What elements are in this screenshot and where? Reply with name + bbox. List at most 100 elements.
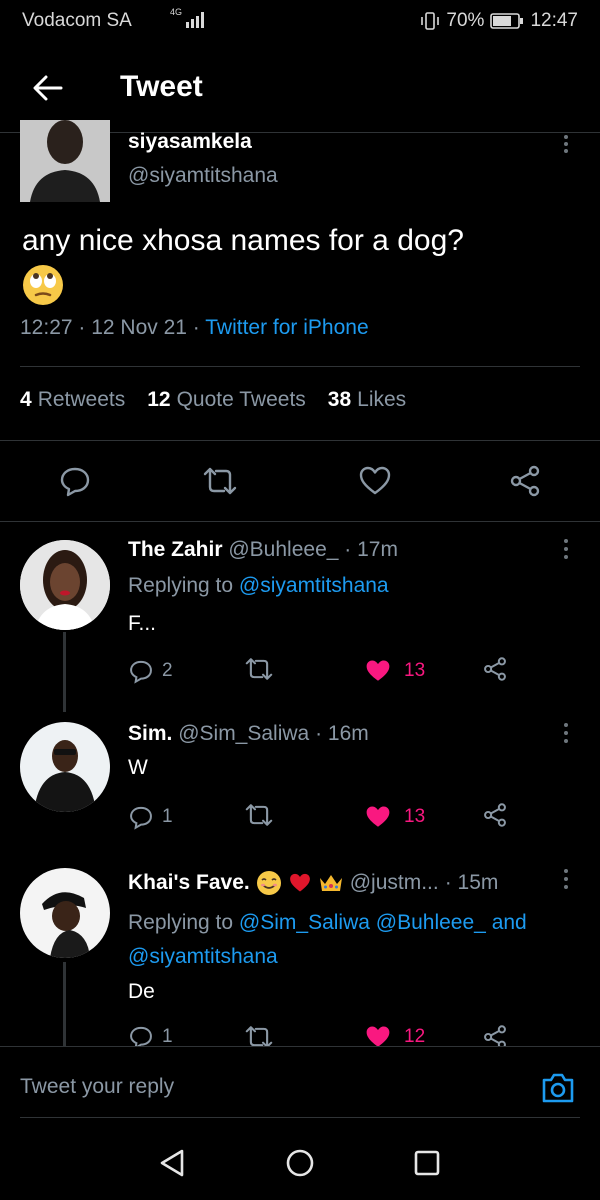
retweets-count: 4 [20, 388, 32, 411]
tweet-source-link[interactable]: Twitter for iPhone [205, 316, 368, 339]
share-button[interactable] [482, 802, 508, 833]
retweet-button[interactable] [244, 802, 274, 833]
reply-text: W [128, 756, 148, 779]
heart-filled-icon [366, 806, 390, 827]
reply-icon [130, 1026, 152, 1046]
replying-to: Replying to @siyamtitshana [128, 574, 389, 598]
heart-icon [359, 466, 391, 495]
more-options-icon[interactable] [556, 538, 576, 560]
person-avatar-icon [20, 120, 110, 202]
like-button[interactable]: 13 [364, 658, 425, 684]
replying-to-prefix: Replying to [128, 574, 239, 597]
likes-count: 38 [327, 388, 352, 411]
reply-button[interactable]: 1 [128, 1024, 173, 1046]
nav-recents-icon[interactable] [414, 1150, 440, 1176]
signal-icon [186, 12, 204, 28]
reply-button[interactable]: 2 [128, 658, 173, 684]
reply-button[interactable] [55, 461, 95, 501]
retweet-button[interactable] [200, 461, 240, 501]
reply-avatar[interactable] [20, 868, 110, 958]
smiling-face-emoji-icon [256, 871, 281, 895]
replying-to-link[interactable]: @siyamtitshana [128, 945, 278, 968]
divider [20, 366, 580, 367]
carrier-label: Vodacom SA [22, 10, 132, 31]
like-count: 13 [404, 660, 426, 681]
retweet-button[interactable] [244, 1024, 274, 1046]
like-count: 13 [404, 806, 426, 827]
divider [20, 1117, 580, 1118]
replying-to-prefix: Replying to [128, 911, 239, 934]
reply-author-handle[interactable]: @Sim_Saliwa [178, 722, 309, 745]
quotes-stat[interactable]: 12 Quote Tweets [147, 388, 306, 412]
camera-button[interactable] [540, 1071, 576, 1107]
retweet-icon [203, 467, 237, 495]
more-options-icon[interactable] [556, 868, 576, 890]
reply-author-name[interactable]: Sim. [128, 722, 172, 745]
reply-avatar[interactable] [20, 540, 110, 630]
retweet-button[interactable] [244, 656, 274, 687]
author-name[interactable]: siyasamkela [128, 130, 252, 154]
replying-to-link[interactable]: @Buhleee_ [376, 911, 486, 934]
retweets-stat[interactable]: 4 Retweets [20, 388, 125, 412]
main-tweet-actions [0, 440, 600, 522]
likes-stat[interactable]: 38 Likes [328, 388, 406, 412]
like-count: 12 [404, 1026, 426, 1046]
retweet-icon [245, 803, 273, 826]
like-button[interactable]: 12 [364, 1024, 425, 1046]
reply-count: 1 [162, 1026, 173, 1046]
share-icon [484, 1025, 506, 1046]
reply-text: De [128, 980, 155, 1003]
back-button[interactable] [26, 66, 70, 110]
share-icon [484, 802, 506, 827]
share-button[interactable] [482, 1024, 508, 1046]
reply-icon [60, 467, 90, 497]
reply-icon [130, 660, 152, 684]
reply-count: 1 [162, 806, 173, 827]
reply-author-handle[interactable]: @justm... [350, 871, 439, 895]
reply-button[interactable]: 1 [128, 804, 173, 830]
reply-icon [130, 806, 152, 830]
like-button[interactable] [355, 461, 395, 501]
nav-home-icon[interactable] [285, 1148, 315, 1178]
more-options-icon[interactable] [556, 134, 576, 154]
network-type-label: 4G [170, 7, 183, 17]
clock: 12:47 [530, 10, 578, 31]
retweet-icon [245, 1026, 273, 1046]
tweet-timestamp: 12:27 · 12 Nov 21 · [20, 316, 206, 339]
reply-time: · 16m [315, 722, 369, 745]
reply-author-name[interactable]: Khai's Fave. [128, 871, 250, 895]
reply-input[interactable]: Tweet your reply [20, 1075, 174, 1099]
reply-text: F... [128, 612, 157, 635]
page-title: Tweet [120, 70, 203, 103]
replying-to-link[interactable]: @siyamtitshana [239, 574, 389, 597]
person-avatar-icon [20, 540, 110, 630]
reply-count: 2 [162, 660, 173, 681]
like-button[interactable]: 13 [364, 804, 425, 830]
share-button[interactable] [482, 656, 508, 687]
battery-icon [490, 13, 524, 29]
replying-to-and[interactable]: and [492, 911, 527, 934]
author-handle[interactable]: @siyamtitshana [128, 164, 278, 188]
status-right: 70% 12:47 [420, 10, 578, 32]
reply-composer: Tweet your reply [0, 1046, 600, 1119]
reply-avatar[interactable] [20, 722, 110, 812]
tweet-stats: 4 Retweets 12 Quote Tweets 38 Likes [20, 388, 406, 412]
reply-header: Sim. @Sim_Saliwa · 16m [128, 722, 369, 746]
rolling-eyes-emoji-icon [23, 265, 63, 305]
nav-back-icon[interactable] [158, 1148, 186, 1178]
replying-to: Replying to @Sim_Saliwa @Buhleee_ and @s… [128, 906, 588, 974]
quotes-label: Quote Tweets [176, 388, 306, 411]
reply-header: Khai's Fave. @justm... · 15m [128, 870, 498, 896]
system-nav-bar [0, 1122, 600, 1200]
battery-percent: 70% [446, 10, 485, 31]
reply-author-name[interactable]: The Zahir [128, 538, 223, 561]
more-options-icon[interactable] [556, 722, 576, 744]
crown-emoji-icon [319, 875, 342, 891]
retweet-icon [245, 657, 273, 680]
share-button[interactable] [505, 461, 545, 501]
author-avatar[interactable] [20, 120, 110, 202]
status-bar: Vodacom SA 4G 70% 12:47 [0, 0, 600, 44]
person-avatar-icon [20, 868, 110, 958]
replying-to-link[interactable]: @Sim_Saliwa [239, 911, 370, 934]
reply-author-handle[interactable]: @Buhleee_ [228, 538, 338, 561]
